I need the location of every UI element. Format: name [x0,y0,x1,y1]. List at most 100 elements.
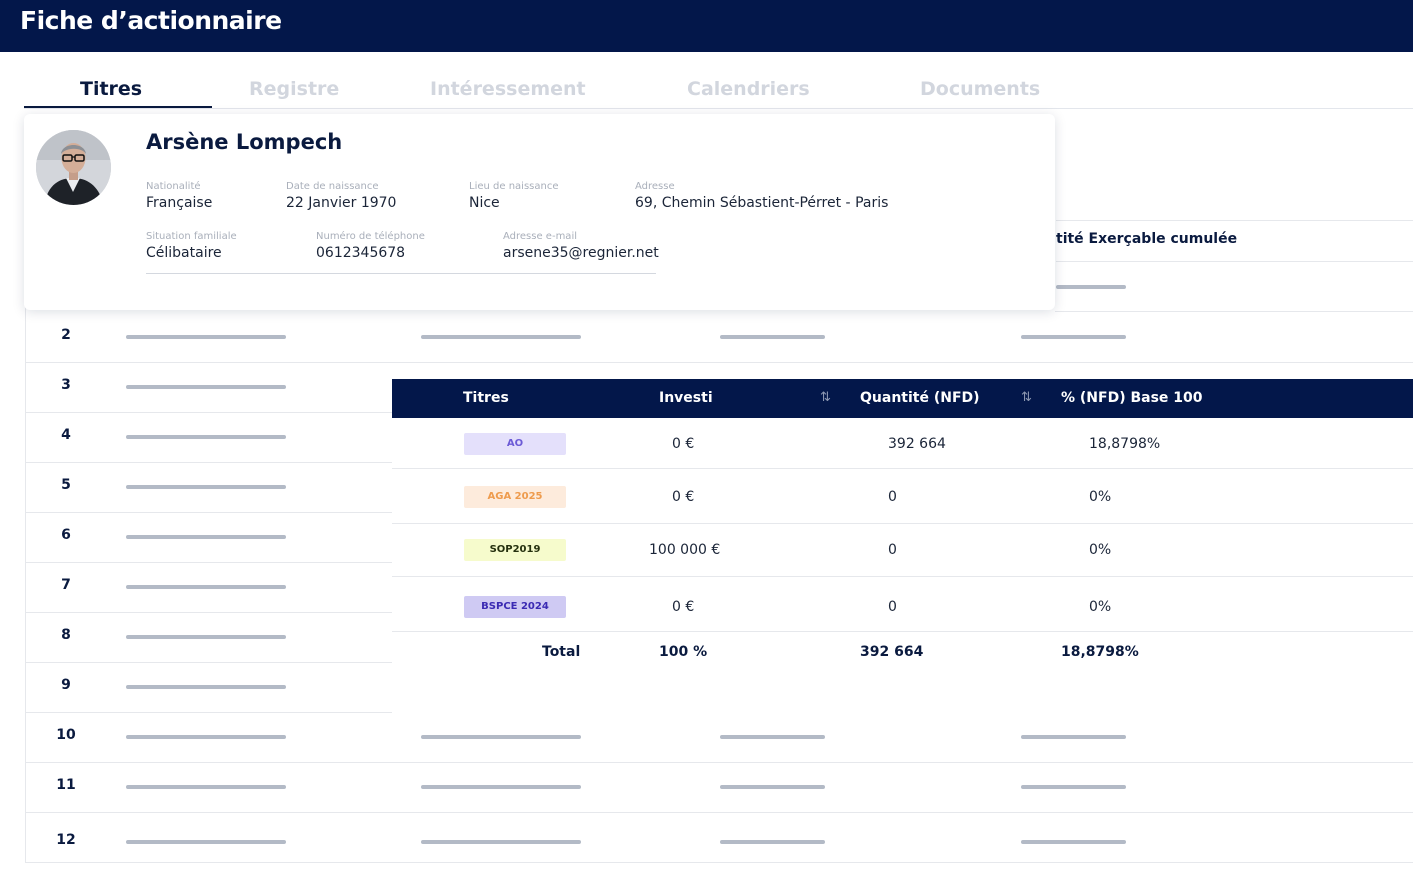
col-titres[interactable]: Titres [463,390,509,406]
badge-sop2019: SOP2019 [464,539,566,561]
family-status-value: Célibataire [146,245,222,261]
row-divider [25,812,1413,813]
titres-table-header: Titres Investi ⇅ Quantité (NFD) ⇅ % (NFD… [392,379,1413,418]
badge-bspce-2024: BSPCE 2024 [464,596,566,618]
total-label: Total [542,644,581,660]
row-divider [25,662,392,663]
bg-table-header-border [1056,261,1413,262]
total-base: 18,8798% [1061,644,1139,660]
placeholder-bar [126,335,286,339]
row-number: 11 [56,777,76,793]
row-divider [392,576,1413,577]
sort-updown-icon[interactable]: ⇅ [1021,390,1032,405]
row-number: 6 [61,527,71,543]
tab-interessement[interactable]: Intéressement [430,78,586,100]
col-investi[interactable]: Investi [659,390,713,406]
cell-quantite: 0 [888,489,897,505]
badge-ao: AO [464,433,566,455]
phone-label: Numéro de téléphone [316,231,425,242]
placeholder-bar [126,840,286,844]
cell-quantite: 0 [888,542,897,558]
address-label: Adresse [635,181,675,192]
placeholder-bar [1056,285,1126,289]
titres-table: Titres Investi ⇅ Quantité (NFD) ⇅ % (NFD… [392,379,1413,681]
family-status-label: Situation familiale [146,231,237,242]
row-divider [25,612,392,613]
placeholder-bar [421,840,581,844]
row-divider [392,631,1413,632]
row-number: 7 [61,577,71,593]
placeholder-bar [126,635,286,639]
row-number: 9 [61,677,71,693]
row-divider [392,468,1413,469]
cell-quantite: 0 [888,599,897,615]
row-divider [25,462,392,463]
placeholder-bar [720,840,825,844]
row-number: 2 [61,327,71,343]
row-divider [392,523,1413,524]
row-divider [1055,311,1413,312]
tab-active-indicator [24,106,212,108]
col-quantite[interactable]: Quantité (NFD) [860,390,980,406]
col-base-100[interactable]: % (NFD) Base 100 [1061,390,1203,406]
tabs-divider [24,108,1413,109]
placeholder-bar [126,585,286,589]
row-number: 3 [61,377,71,393]
placeholder-bar [1021,335,1126,339]
placeholder-bar [1021,785,1126,789]
birth-date-label: Date de naissance [286,181,379,192]
app-header: Fiche d’actionnaire [0,0,1413,52]
row-divider [25,712,392,713]
email-label: Adresse e-mail [503,231,577,242]
row-number: 12 [56,832,76,848]
badge-aga-2025: AGA 2025 [464,486,566,508]
row-divider [25,762,1413,763]
placeholder-bar [720,785,825,789]
placeholder-bar [720,735,825,739]
total-quantite: 392 664 [860,644,924,660]
profile-photo [36,130,111,205]
sort-updown-icon[interactable]: ⇅ [820,390,831,405]
tab-registre[interactable]: Registre [249,78,339,100]
row-number: 10 [56,727,76,743]
cell-quantite: 392 664 [888,436,946,452]
nationality-label: Nationalité [146,181,201,192]
birth-date-value: 22 Janvier 1970 [286,195,397,211]
page-title: Fiche d’actionnaire [20,6,282,35]
cell-base: 0% [1089,599,1112,615]
placeholder-bar [126,785,286,789]
row-divider [25,512,392,513]
cell-investi: 0 € [672,599,695,615]
cell-base: 18,8798% [1089,436,1161,452]
row-number: 8 [61,627,71,643]
placeholder-bar [126,535,286,539]
birth-place-value: Nice [469,195,500,211]
bg-column-header: tité Exerçable cumulée [1056,231,1238,247]
cell-investi: 100 000 € [649,542,721,558]
cell-investi: 0 € [672,489,695,505]
total-investi: 100 % [659,644,708,660]
address-value: 69, Chemin Sébastient-Pérret - Paris [635,195,889,211]
row-number: 4 [61,427,71,443]
placeholder-bar [126,385,286,389]
cell-base: 0% [1089,489,1112,505]
placeholder-bar [421,785,581,789]
phone-value: 0612345678 [316,245,406,261]
placeholder-bar [720,335,825,339]
placeholder-bar [126,435,286,439]
card-divider [146,273,656,274]
row-divider [25,362,1413,363]
shareholder-name: Arsène Lompech [146,130,343,154]
birth-place-label: Lieu de naissance [469,181,559,192]
row-divider [25,562,392,563]
placeholder-bar [126,685,286,689]
avatar [36,130,111,205]
cell-investi: 0 € [672,436,695,452]
tab-calendriers[interactable]: Calendriers [687,78,810,100]
tab-titres[interactable]: Titres [80,78,142,100]
tab-documents[interactable]: Documents [920,78,1040,100]
placeholder-bar [421,735,581,739]
placeholder-bar [1021,735,1126,739]
placeholder-bar [421,335,581,339]
email-value[interactable]: arsene35@regnier.net [503,245,659,261]
